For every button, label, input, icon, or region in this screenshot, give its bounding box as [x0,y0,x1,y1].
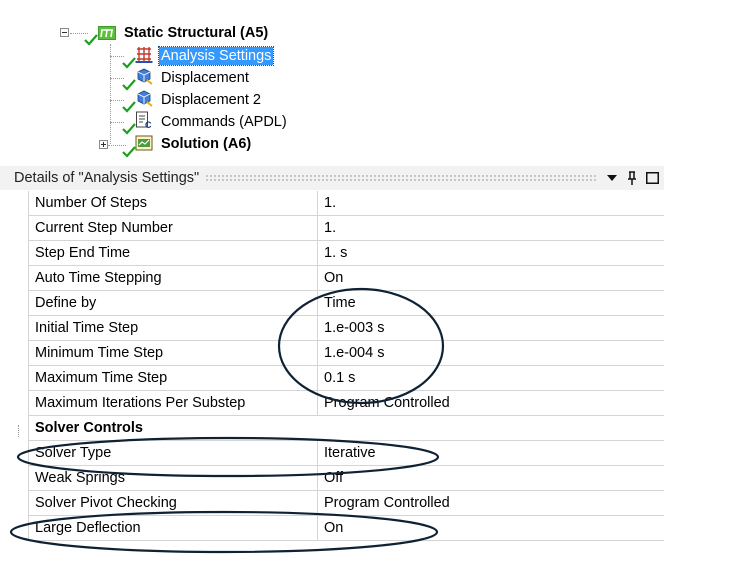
collapse-toggle[interactable] [60,28,69,37]
commands-icon: C [135,111,153,130]
tree-node-displacement-2[interactable]: Displacement 2 [159,89,263,111]
tree-node-label: Static Structural (A5) [124,25,269,41]
property-value[interactable]: 1.e-004 s [318,341,664,365]
property-label: Maximum Time Step [28,366,318,390]
displacement-icon [135,89,153,107]
table-row[interactable]: Auto Time Stepping On [28,266,664,291]
check-icon [122,79,136,91]
property-value[interactable]: 1. [318,216,664,240]
property-value[interactable]: 1. s [318,241,664,265]
table-row[interactable]: Weak Springs Off [28,466,664,491]
property-label: Minimum Time Step [28,341,318,365]
table-row[interactable]: Current Step Number 1. [28,216,664,241]
table-row[interactable]: Solver Pivot Checking Program Controlled [28,491,664,516]
property-value[interactable]: Program Controlled [318,391,664,415]
property-label: Large Deflection [28,516,318,540]
property-label: Solver Pivot Checking [28,491,318,515]
check-icon [84,34,98,46]
property-value[interactable]: Iterative [318,441,664,465]
tree-node-label: Displacement 2 [161,92,261,108]
table-row[interactable]: Large Deflection On [28,516,664,541]
static-structural-icon [98,24,116,42]
details-grid: Number Of Steps 1. Current Step Number 1… [28,191,664,541]
table-row[interactable]: Maximum Time Step 0.1 s [28,366,664,391]
property-label: Current Step Number [28,216,318,240]
property-label: Step End Time [28,241,318,265]
table-row[interactable]: Maximum Iterations Per Substep Program C… [28,391,664,416]
property-label: Auto Time Stepping [28,266,318,290]
property-label: Define by [28,291,318,315]
analysis-settings-icon [135,46,153,64]
outline-tree: Static Structural (A5) Analysis Settings… [0,0,736,160]
tree-node-commands-apdl[interactable]: Commands (APDL) [159,111,289,133]
details-panel-header: Details of "Analysis Settings" [0,166,664,190]
property-value[interactable]: Program Controlled [318,491,664,515]
property-value[interactable]: 1.e-003 s [318,316,664,340]
property-label: Solver Type [28,441,318,465]
table-row[interactable]: Minimum Time Step 1.e-004 s [28,341,664,366]
property-label: Initial Time Step [28,316,318,340]
property-label: Number Of Steps [28,191,318,215]
check-icon [122,146,136,158]
tree-node-solution[interactable]: Solution (A6) [159,133,253,155]
pin-icon[interactable] [624,170,640,186]
check-icon [122,57,136,69]
property-label: Weak Springs [28,466,318,490]
tree-connector [110,44,111,144]
tree-node-displacement[interactable]: Displacement [159,67,251,89]
check-icon [122,123,136,135]
section-label: Solver Controls [28,416,664,440]
tree-node-label: Commands (APDL) [161,114,287,130]
property-value[interactable]: 0.1 s [318,366,664,390]
property-value[interactable]: Time [318,291,664,315]
table-row[interactable]: Initial Time Step 1.e-003 s [28,316,664,341]
check-icon [122,101,136,113]
property-value[interactable]: 1. [318,191,664,215]
details-panel-title: Details of "Analysis Settings" [14,170,200,186]
table-row[interactable]: Solver Type Iterative [28,441,664,466]
tree-node-label: Analysis Settings [157,46,275,66]
expand-toggle[interactable] [99,140,108,149]
tree-node-label: Solution (A6) [161,136,252,152]
maximize-icon[interactable] [644,170,660,186]
solution-icon [135,134,153,152]
table-row[interactable]: Number Of Steps 1. [28,191,664,216]
property-value[interactable]: On [318,266,664,290]
header-grip[interactable] [205,174,598,182]
svg-text:C: C [145,120,152,129]
table-row[interactable]: Step End Time 1. s [28,241,664,266]
tree-node-analysis-settings[interactable]: Analysis Settings [157,45,275,67]
property-value[interactable]: On [318,516,664,540]
section-collapse-marker[interactable] [18,425,23,437]
table-row[interactable]: Define by Time [28,291,664,316]
tree-node-static-structural[interactable]: Static Structural (A5) [122,22,270,44]
tree-node-label: Displacement [161,70,249,86]
property-label: Maximum Iterations Per Substep [28,391,318,415]
displacement-icon [135,67,153,85]
section-header-solver-controls[interactable]: Solver Controls [28,416,664,441]
dropdown-arrow-icon[interactable] [604,170,620,186]
property-value[interactable]: Off [318,466,664,490]
